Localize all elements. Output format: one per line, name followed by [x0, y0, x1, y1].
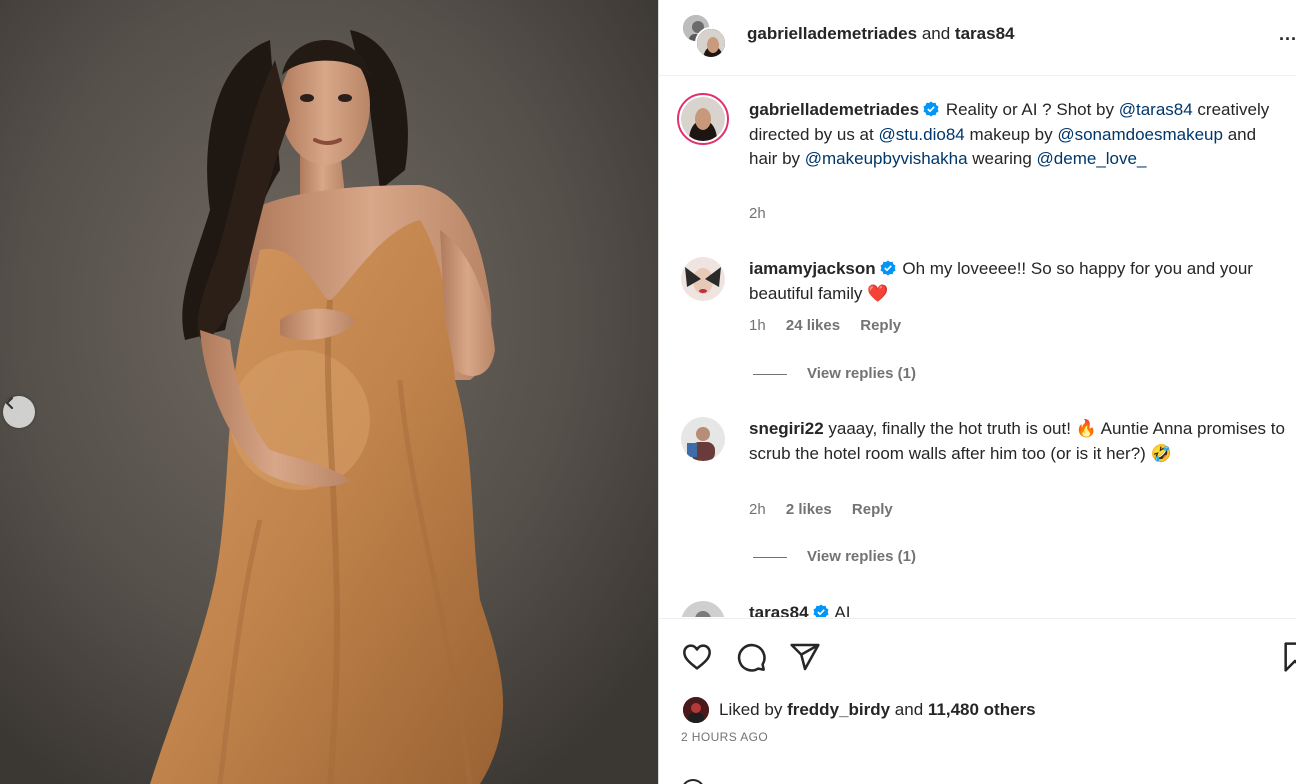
- header-joiner: and: [921, 24, 951, 43]
- avatar-image: [681, 97, 725, 141]
- view-replies-label: View replies (1): [807, 365, 916, 382]
- collab-avatars[interactable]: [681, 13, 727, 59]
- post-time-ago[interactable]: 2 HOURS AGO: [681, 730, 768, 744]
- comment-username[interactable]: snegiri22: [749, 419, 824, 438]
- post-photo[interactable]: [0, 0, 658, 784]
- comment-username[interactable]: taras84: [749, 603, 809, 617]
- liker-avatar[interactable]: [683, 697, 709, 723]
- verified-badge-icon: [880, 260, 896, 276]
- comment-likes[interactable]: 24 likes: [786, 317, 840, 334]
- comment-username[interactable]: iamamyjackson: [749, 259, 876, 278]
- comment-meta: 1h 24 likes Reply: [749, 317, 917, 334]
- divider-line: [753, 373, 787, 375]
- liked-by-summary[interactable]: Liked by freddy_birdy and 11,480 others: [683, 697, 1036, 723]
- photo-illustration: [0, 0, 658, 784]
- caption-time[interactable]: 2h: [749, 205, 766, 222]
- view-replies-button[interactable]: View replies (1): [753, 548, 916, 565]
- comment-time[interactable]: 2h: [749, 501, 766, 518]
- verified-badge-icon: [813, 604, 829, 617]
- avatar-image: [683, 697, 709, 723]
- comment-time[interactable]: 1h: [749, 317, 766, 334]
- header-user1[interactable]: gabriellademetriades: [747, 24, 917, 43]
- avatar-image: [681, 601, 725, 617]
- liked-by-prefix: Liked by: [719, 700, 783, 719]
- comment-body: AI: [834, 603, 851, 617]
- comment-avatar[interactable]: [681, 257, 725, 301]
- post-actions: Liked by freddy_birdy and 11,480 others …: [659, 618, 1296, 784]
- caption-text-1: Reality or AI ? Shot by: [945, 100, 1119, 119]
- caption-text-3: makeup by: [964, 124, 1058, 144]
- caption-text-5: wearing: [967, 149, 1037, 168]
- reply-button[interactable]: Reply: [860, 317, 901, 334]
- comments-list[interactable]: gabriellademetriades Reality or AI ? Sho…: [659, 77, 1296, 617]
- send-icon[interactable]: [789, 641, 821, 673]
- red-heart-emoji: ❤️: [867, 283, 889, 303]
- more-options-button[interactable]: ...: [1279, 24, 1296, 45]
- comment-avatar[interactable]: [681, 601, 725, 617]
- liked-by-user[interactable]: freddy_birdy: [787, 700, 890, 720]
- post-side-panel: gabriellademetriades and taras84 ... gab…: [658, 0, 1296, 784]
- heart-icon[interactable]: [681, 641, 713, 673]
- comment-avatar[interactable]: [681, 417, 725, 461]
- mention-deme-love[interactable]: @deme_love_: [1037, 149, 1147, 168]
- reply-button[interactable]: Reply: [852, 501, 893, 518]
- previous-image-button[interactable]: [3, 396, 35, 428]
- rofl-emoji: 🤣: [1150, 443, 1172, 463]
- post-header: gabriellademetriades and taras84 ...: [659, 0, 1296, 76]
- emoji-button-partial[interactable]: [681, 779, 705, 784]
- comment-text: taras84 AI: [749, 601, 1289, 617]
- comment-likes[interactable]: 2 likes: [786, 501, 832, 518]
- avatar-image: [697, 29, 725, 57]
- caption-meta: 2h: [749, 205, 782, 222]
- caption-username[interactable]: gabriellademetriades: [749, 100, 919, 119]
- chevron-left-icon: [5, 396, 14, 410]
- avatar-image: [681, 257, 725, 301]
- mention-studio84[interactable]: @stu.dio84: [878, 125, 964, 144]
- caption-text: gabriellademetriades Reality or AI ? Sho…: [749, 98, 1289, 172]
- mention-taras84[interactable]: @taras84: [1119, 100, 1193, 119]
- comment-body-part1: yaaay, finally the hot truth is out!: [828, 419, 1071, 438]
- divider-line: [753, 556, 787, 558]
- comment-text: iamamyjackson Oh my loveeee!! So so happ…: [749, 257, 1289, 306]
- mention-sonamdoesmakeup[interactable]: @sonamdoesmakeup: [1057, 125, 1223, 144]
- bookmark-icon[interactable]: [1281, 641, 1296, 673]
- avatar-image: [681, 417, 725, 461]
- mention-makeupbyvishakha[interactable]: @makeupbyvishakha: [805, 149, 968, 168]
- view-replies-label: View replies (1): [807, 548, 916, 565]
- liked-by-joiner: and: [894, 700, 924, 719]
- comment-text: snegiri22 yaaay, finally the hot truth i…: [749, 417, 1289, 466]
- liked-by-others[interactable]: 11,480 others: [928, 700, 1036, 720]
- view-replies-button[interactable]: View replies (1): [753, 365, 916, 382]
- fire-emoji: 🔥: [1075, 419, 1097, 438]
- instagram-post-view: gabriellademetriades and taras84 ... gab…: [0, 0, 1296, 784]
- header-user2[interactable]: taras84: [955, 24, 1015, 43]
- caption-avatar[interactable]: [677, 93, 729, 145]
- header-title: gabriellademetriades and taras84: [747, 24, 1014, 44]
- verified-badge-icon: [923, 101, 939, 117]
- comment-meta: 2h 2 likes Reply: [749, 501, 909, 518]
- avatar-gabriellademetriades[interactable]: [695, 27, 727, 59]
- comment-icon[interactable]: [735, 641, 767, 673]
